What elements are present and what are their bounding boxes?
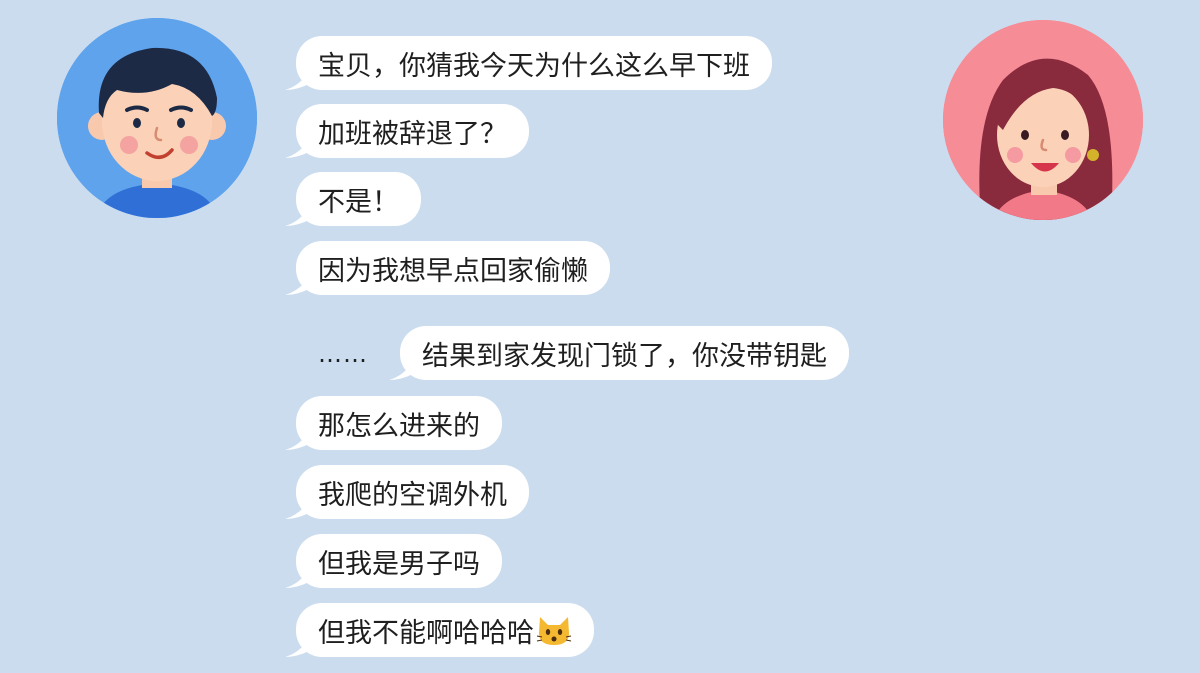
chat-bubble-4[interactable]: 因为我想早点回家偷懒 <box>285 241 610 295</box>
typing-ellipsis: …… <box>318 340 368 368</box>
chat-bubble-5[interactable]: 结果到家发现门锁了，你没带钥匙 <box>389 326 849 380</box>
bubble-tail-icon <box>285 208 309 226</box>
chat-message-text: 加班被辞退了？ <box>318 118 507 150</box>
bubble-tail-icon <box>285 639 309 657</box>
chat-bubble-2[interactable]: 加班被辞退了？ <box>285 104 529 158</box>
chat-message-text: 那怎么进来的 <box>318 410 480 442</box>
bubble-tail-icon <box>285 140 309 158</box>
chat-message-text: 但我是男子吗 <box>318 548 480 580</box>
bubble-tail-icon <box>285 570 309 588</box>
woman-avatar-icon <box>943 20 1143 220</box>
cat-face-icon <box>536 617 572 645</box>
avatar-right-woman[interactable] <box>943 20 1143 220</box>
avatar-left-man[interactable] <box>57 18 257 218</box>
chat-message-text: 我爬的空调外机 <box>318 479 507 511</box>
chat-bubble-9[interactable]: 但我不能啊哈哈哈 <box>285 603 594 657</box>
bubble-tail-icon <box>285 72 309 90</box>
chat-message-text: 但我不能啊哈哈哈 <box>318 617 534 649</box>
chat-bubble-8[interactable]: 但我是男子吗 <box>285 534 502 588</box>
chat-message-text: 宝贝，你猜我今天为什么这么早下班 <box>318 50 750 82</box>
bubble-tail-icon <box>389 362 413 380</box>
man-avatar-icon <box>57 18 257 218</box>
chat-bubble-7[interactable]: 我爬的空调外机 <box>285 465 529 519</box>
chat-message-text: 不是！ <box>318 186 399 218</box>
chat-message-text: 结果到家发现门锁了，你没带钥匙 <box>422 340 827 372</box>
bubble-tail-icon <box>285 501 309 519</box>
bubble-tail-icon <box>285 277 309 295</box>
chat-message-text: 因为我想早点回家偷懒 <box>318 255 588 287</box>
chat-bubble-3[interactable]: 不是！ <box>285 172 421 226</box>
chat-bubble-6[interactable]: 那怎么进来的 <box>285 396 502 450</box>
bubble-tail-icon <box>285 432 309 450</box>
chat-bubble-1[interactable]: 宝贝，你猜我今天为什么这么早下班 <box>285 36 772 90</box>
